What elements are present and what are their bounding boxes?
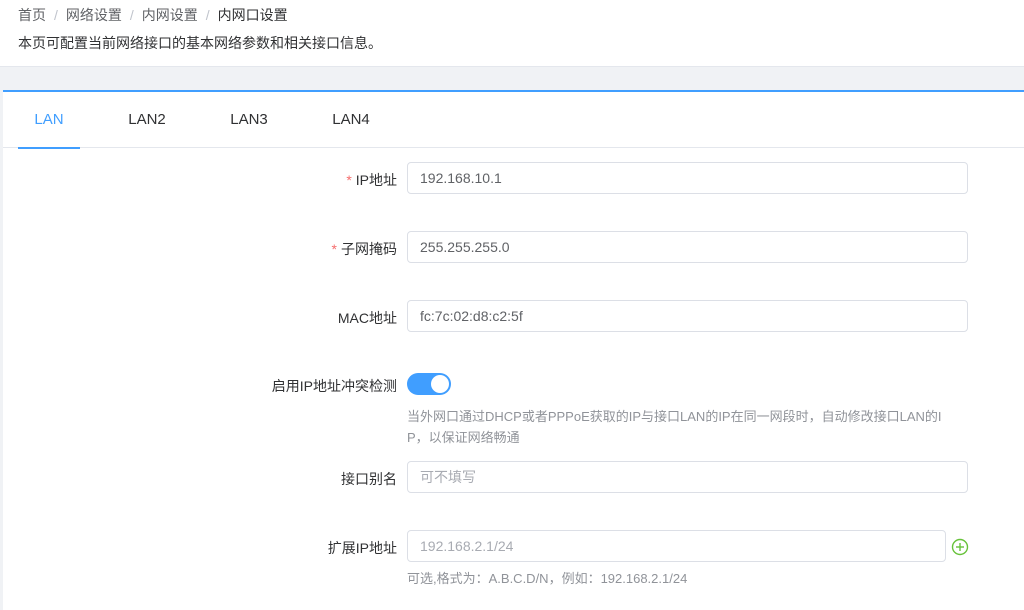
extended-ip-label: 扩展IP地址: [327, 540, 397, 556]
interface-tabs: LAN LAN2 LAN3 LAN4: [3, 92, 1024, 149]
breadcrumb-separator: /: [205, 7, 210, 23]
ip-conflict-hint-line2: P，以保证网络畅通: [407, 430, 520, 445]
breadcrumb-network-settings[interactable]: 网络设置: [66, 5, 122, 25]
tab-lan2[interactable]: LAN2: [122, 92, 172, 148]
breadcrumb-separator: /: [129, 7, 134, 23]
toggle-knob: [431, 375, 449, 393]
tab-lan4[interactable]: LAN4: [326, 92, 376, 148]
interface-alias-input[interactable]: [407, 461, 968, 493]
settings-card: LAN LAN2 LAN3 LAN4 *IP地址 *子网掩码 MAC地址 启用I…: [3, 90, 1024, 610]
ip-conflict-detection-toggle[interactable]: [407, 373, 451, 395]
ip-address-input[interactable]: [407, 162, 968, 194]
tab-lan3[interactable]: LAN3: [224, 92, 274, 148]
breadcrumb-lan-settings[interactable]: 内网设置: [142, 5, 198, 25]
mac-address-label: MAC地址: [337, 310, 397, 326]
page-header: 首页 / 网络设置 / 内网设置 / 内网口设置 本页可配置当前网络接口的基本网…: [0, 0, 1024, 67]
tab-lan[interactable]: LAN: [18, 92, 80, 149]
ip-conflict-detection-label: 启用IP地址冲突检测: [271, 378, 397, 394]
required-mark: *: [346, 172, 352, 188]
interface-alias-label: 接口别名: [341, 471, 397, 487]
mac-address-input[interactable]: [407, 300, 968, 332]
breadcrumb-separator: /: [54, 7, 58, 23]
required-mark: *: [331, 241, 337, 257]
page-description: 本页可配置当前网络接口的基本网络参数和相关接口信息。: [18, 35, 382, 51]
breadcrumb-current: 内网口设置: [217, 7, 288, 23]
extended-ip-hint: 可选,格式为：A.B.C.D/N，例如：192.168.2.1/24: [407, 571, 688, 586]
breadcrumb: 首页 / 网络设置 / 内网设置 / 内网口设置: [18, 6, 288, 24]
extended-ip-input[interactable]: [407, 530, 946, 562]
ip-conflict-hint-line1: 当外网口通过DHCP或者PPPoE获取的IP与接口LAN的IP在同一网段时，自动…: [407, 409, 942, 424]
plus-circle-icon[interactable]: [951, 538, 969, 556]
subnet-mask-input[interactable]: [407, 231, 968, 263]
subnet-mask-label: * 子网掩码: [331, 241, 397, 257]
breadcrumb-home[interactable]: 首页: [18, 5, 46, 25]
ip-address-label: * IP地址: [346, 172, 397, 188]
